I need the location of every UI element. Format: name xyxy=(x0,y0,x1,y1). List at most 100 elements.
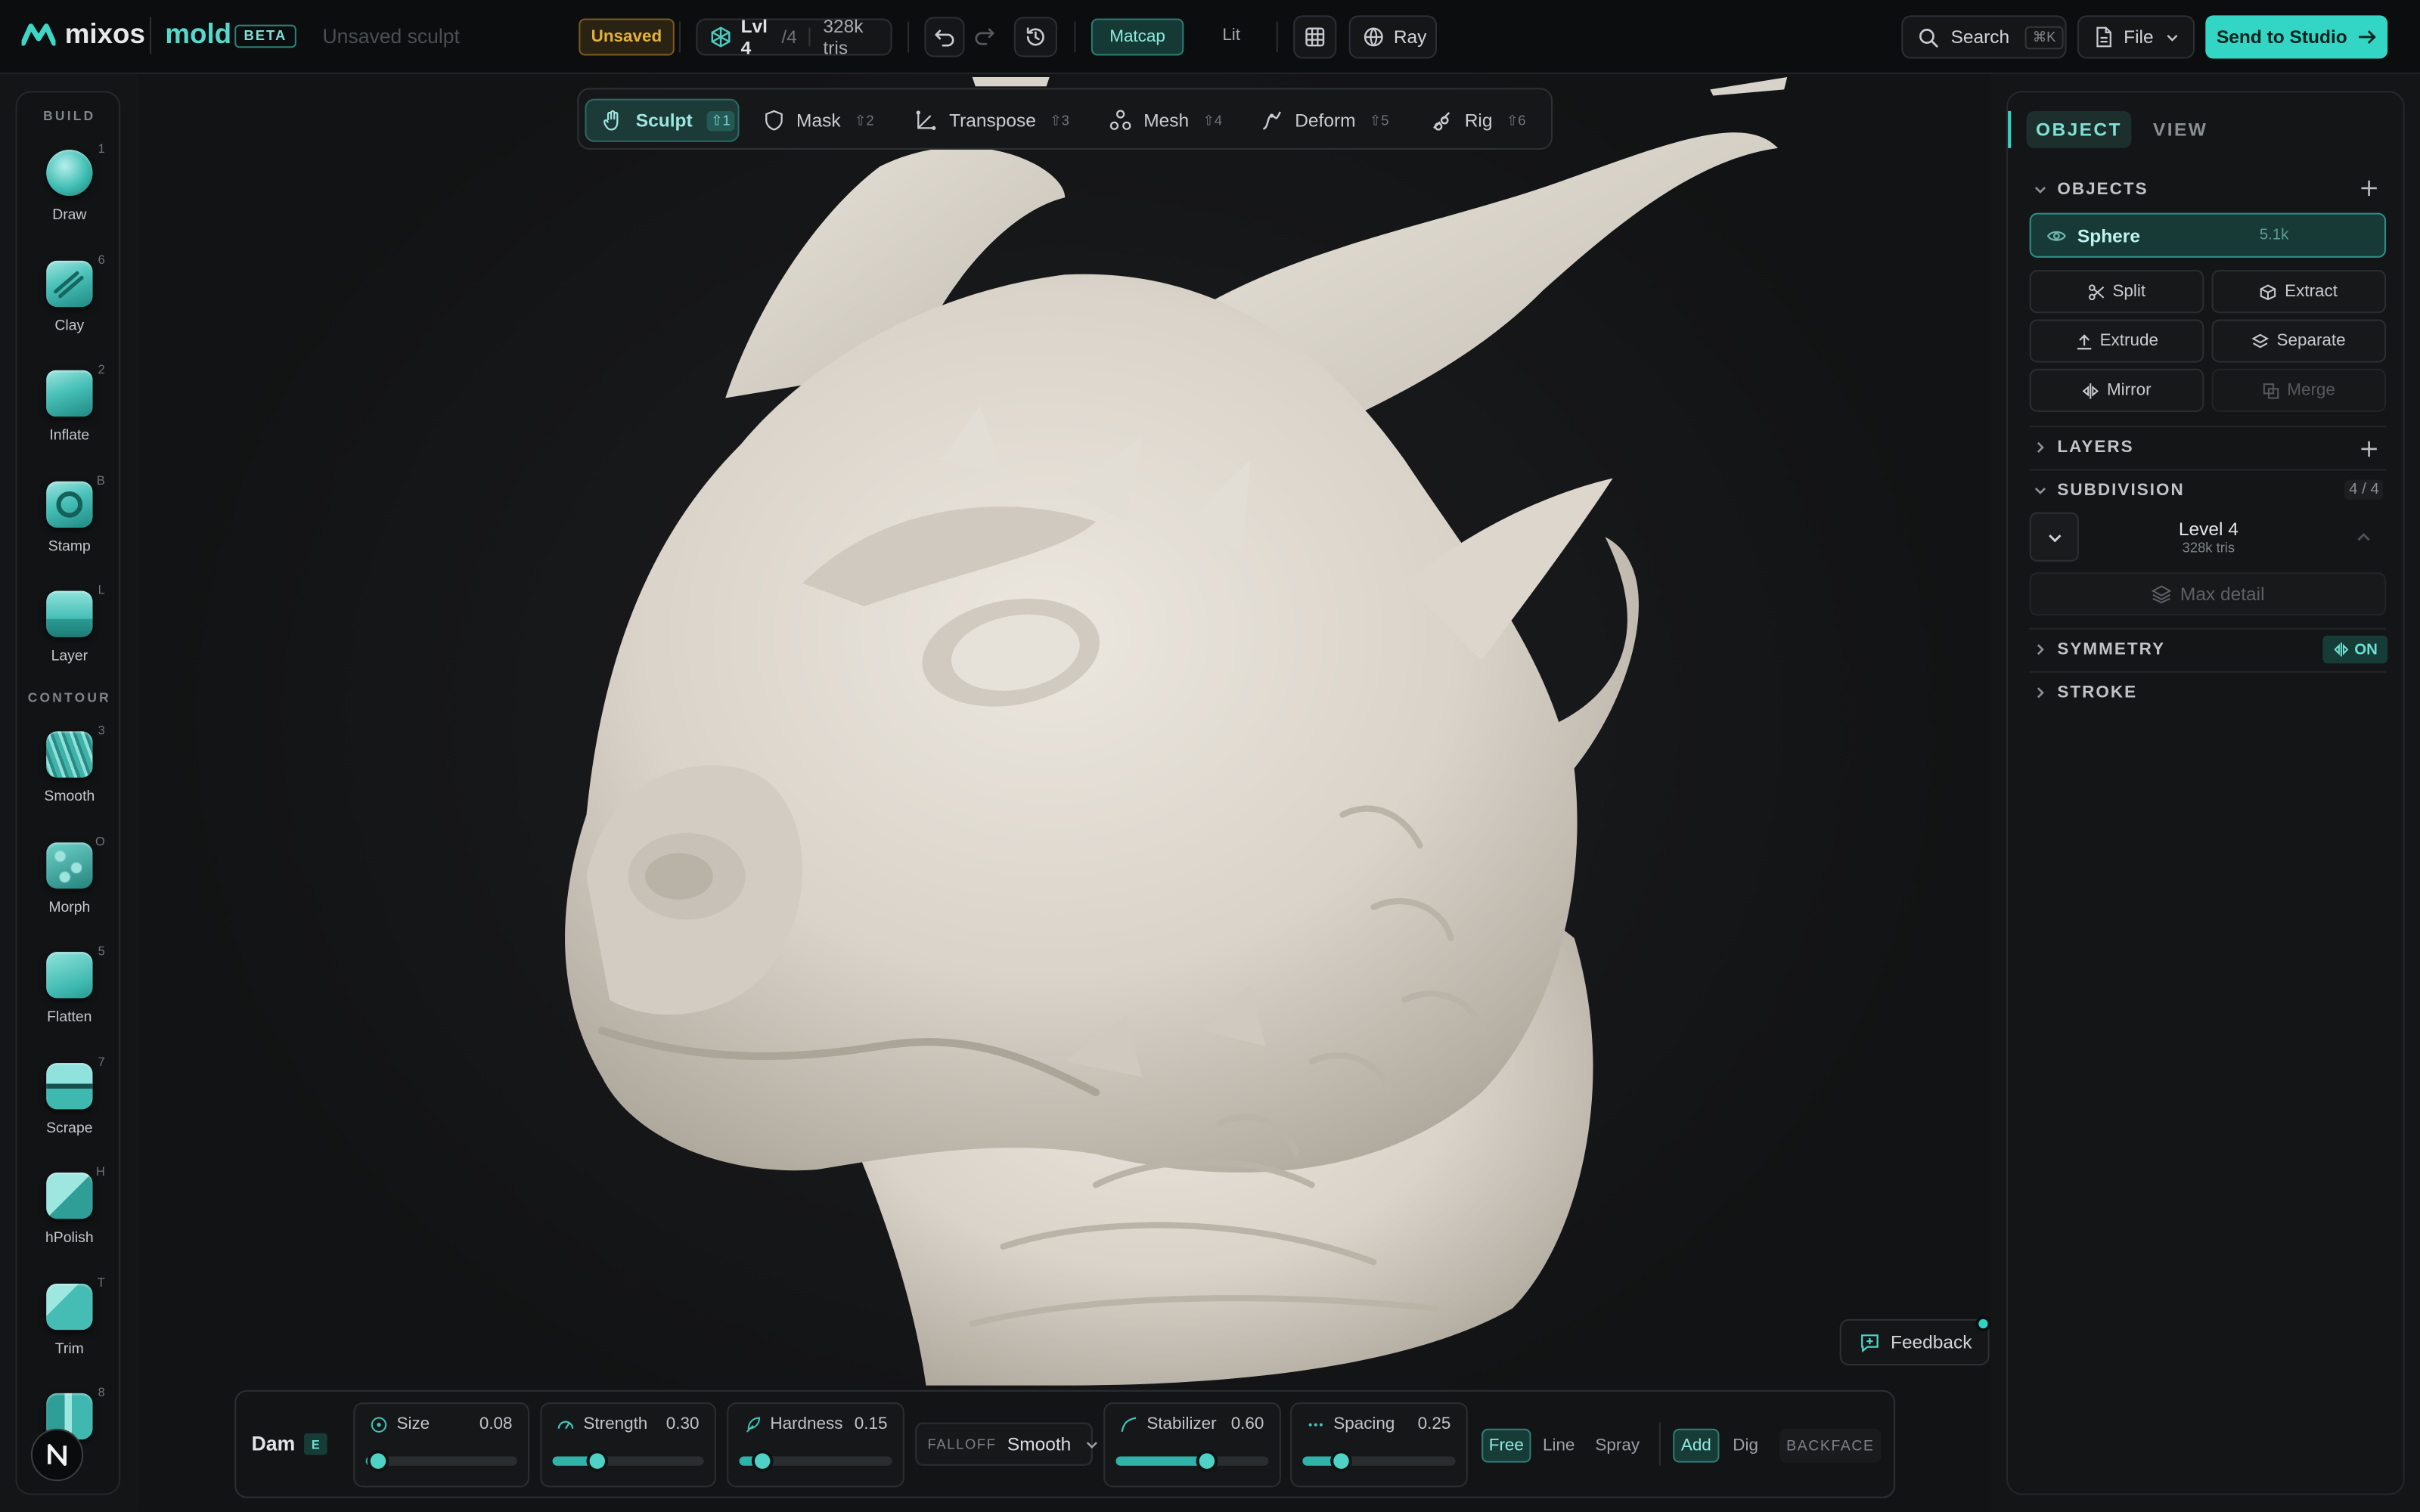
inflate-brush-icon xyxy=(46,370,93,417)
stamp-brush-icon xyxy=(46,481,93,528)
stroke-mode-line[interactable]: Line xyxy=(1536,1429,1582,1463)
slider-track[interactable] xyxy=(1302,1450,1456,1472)
tool-hpolish[interactable]: H hPolish xyxy=(17,1165,122,1269)
brand-name[interactable]: mixos xyxy=(65,18,145,51)
tool-flatten[interactable]: 5 Flatten xyxy=(17,944,122,1048)
deform-icon xyxy=(1261,110,1283,132)
feedback-button[interactable]: Feedback xyxy=(1839,1318,1990,1366)
file-menu-button[interactable]: File xyxy=(2077,15,2195,59)
slider-track[interactable] xyxy=(1115,1450,1269,1472)
mirror-icon xyxy=(2333,642,2348,657)
viewport[interactable] xyxy=(138,73,1991,1512)
op-dig[interactable]: Dig xyxy=(1724,1429,1767,1463)
tool-trim[interactable]: T Trim xyxy=(17,1276,122,1380)
chat-plus-icon xyxy=(1860,1332,1880,1352)
arrow-right-icon xyxy=(2358,29,2376,45)
button-label: Mirror xyxy=(2106,381,2152,400)
falloff-select[interactable]: FALLOFF Smooth xyxy=(915,1422,1097,1466)
brush-name[interactable]: Dam xyxy=(252,1432,296,1455)
add-layer-button[interactable] xyxy=(2360,438,2378,466)
section-title: LAYERS xyxy=(2057,438,2134,457)
object-row-sphere[interactable]: Sphere 5.1k xyxy=(2029,212,2387,258)
extrude-button[interactable]: Extrude xyxy=(2029,319,2204,363)
stroke-mode-free[interactable]: Free xyxy=(1481,1428,1531,1463)
spacing-slider[interactable]: Spacing 0.25 xyxy=(1290,1402,1468,1488)
tool-stamp[interactable]: B Stamp xyxy=(17,474,122,578)
tool-draw[interactable]: 1 Draw xyxy=(17,142,122,246)
slider-track[interactable] xyxy=(365,1450,517,1472)
slider-thumb[interactable] xyxy=(587,1450,609,1472)
tab-view[interactable]: VIEW xyxy=(2153,119,2207,141)
unsaved-badge[interactable]: Unsaved xyxy=(579,18,675,56)
tab-mask[interactable]: Mask ⇧2 xyxy=(764,99,874,142)
stabilizer-slider[interactable]: Stabilizer 0.60 xyxy=(1103,1402,1281,1488)
layers-section-header[interactable]: LAYERS xyxy=(2030,430,2387,464)
scissors-icon xyxy=(2088,283,2105,300)
slider-track[interactable] xyxy=(739,1450,892,1472)
tab-rig[interactable]: Rig ⇧6 xyxy=(1431,99,1525,142)
stroke-section-header[interactable]: STROKE xyxy=(2030,676,2387,710)
slider-thumb[interactable] xyxy=(751,1450,774,1472)
tab-mesh[interactable]: Mesh ⇧4 xyxy=(1109,99,1222,142)
search-button[interactable]: Search ⌘K xyxy=(1901,15,2067,59)
tab-label: Sculpt xyxy=(635,109,693,132)
stroke-mode-spray[interactable]: Spray xyxy=(1588,1429,1647,1463)
subdivision-down-button[interactable] xyxy=(2029,512,2079,562)
tab-transpose[interactable]: Transpose ⇧3 xyxy=(915,99,1069,142)
mirror-button[interactable]: Mirror xyxy=(2029,368,2204,412)
param-label: Stabilizer xyxy=(1146,1414,1217,1433)
separate-button[interactable]: Separate xyxy=(2211,319,2387,363)
tool-clay[interactable]: 6 Clay xyxy=(17,253,122,357)
backface-toggle[interactable]: BACKFACE xyxy=(1779,1428,1882,1463)
slider-thumb[interactable] xyxy=(367,1450,389,1472)
hand-icon xyxy=(602,110,624,132)
send-to-studio-button[interactable]: Send to Studio xyxy=(2205,15,2388,59)
section-title: STROKE xyxy=(2057,683,2138,702)
tab-deform[interactable]: Deform ⇧5 xyxy=(1261,99,1388,142)
lit-button[interactable]: Lit xyxy=(1222,26,1240,45)
tool-morph[interactable]: O Morph xyxy=(17,835,122,938)
box-icon xyxy=(2260,283,2276,300)
ray-button[interactable]: Ray xyxy=(1348,15,1437,59)
merge-button[interactable]: Merge xyxy=(2211,368,2387,412)
divider xyxy=(678,21,681,53)
extract-button[interactable]: Extract xyxy=(2211,270,2387,314)
eye-icon[interactable] xyxy=(2046,228,2067,243)
level-indicator[interactable]: Lvl 4 /4 328k tris xyxy=(696,15,892,59)
dots-icon xyxy=(1308,1415,1324,1432)
avatar[interactable] xyxy=(30,1428,84,1482)
tool-smooth[interactable]: 3 Smooth xyxy=(17,723,122,827)
slider-thumb[interactable] xyxy=(1329,1450,1352,1472)
tool-shortcut: 3 xyxy=(98,723,105,738)
max-detail-button[interactable]: Max detail xyxy=(2029,572,2387,616)
slider-thumb[interactable] xyxy=(1196,1450,1218,1472)
hpolish-brush-icon xyxy=(46,1173,93,1219)
history-button[interactable] xyxy=(1013,17,1057,57)
strength-slider[interactable]: Strength 0.30 xyxy=(540,1402,716,1488)
subdivision-section-header[interactable]: SUBDIVISION xyxy=(2030,474,2387,508)
tool-scrape[interactable]: 7 Scrape xyxy=(17,1055,122,1159)
subdivision-up-button[interactable] xyxy=(2338,513,2387,562)
matcap-button[interactable]: Matcap xyxy=(1091,18,1184,56)
tool-layer[interactable]: L Layer xyxy=(17,583,122,686)
mesh-icon xyxy=(710,26,732,48)
op-add[interactable]: Add xyxy=(1673,1428,1720,1463)
param-label: Size xyxy=(396,1414,430,1433)
size-slider[interactable]: Size 0.08 xyxy=(353,1402,529,1488)
grid-toggle-button[interactable] xyxy=(1293,15,1337,59)
stabilizer-label-row: Stabilizer xyxy=(1121,1414,1217,1433)
document-title[interactable]: Unsaved sculpt xyxy=(323,25,460,48)
tool-inflate[interactable]: 2 Inflate xyxy=(17,363,122,466)
undo-button[interactable] xyxy=(924,17,965,57)
objects-section-header[interactable]: OBJECTS xyxy=(2030,173,2387,207)
tool-shortcut: 7 xyxy=(98,1055,105,1070)
size-label-row: Size xyxy=(371,1414,430,1433)
redo-button[interactable] xyxy=(974,25,996,54)
slider-track[interactable] xyxy=(552,1450,704,1472)
add-object-button[interactable] xyxy=(2360,178,2378,206)
split-button[interactable]: Split xyxy=(2029,270,2204,314)
tab-object[interactable]: OBJECT xyxy=(2026,110,2132,148)
hardness-slider[interactable]: Hardness 0.15 xyxy=(727,1402,904,1488)
symmetry-on-badge[interactable]: ON xyxy=(2322,635,2388,664)
tab-sculpt[interactable]: Sculpt ⇧1 xyxy=(585,98,740,142)
